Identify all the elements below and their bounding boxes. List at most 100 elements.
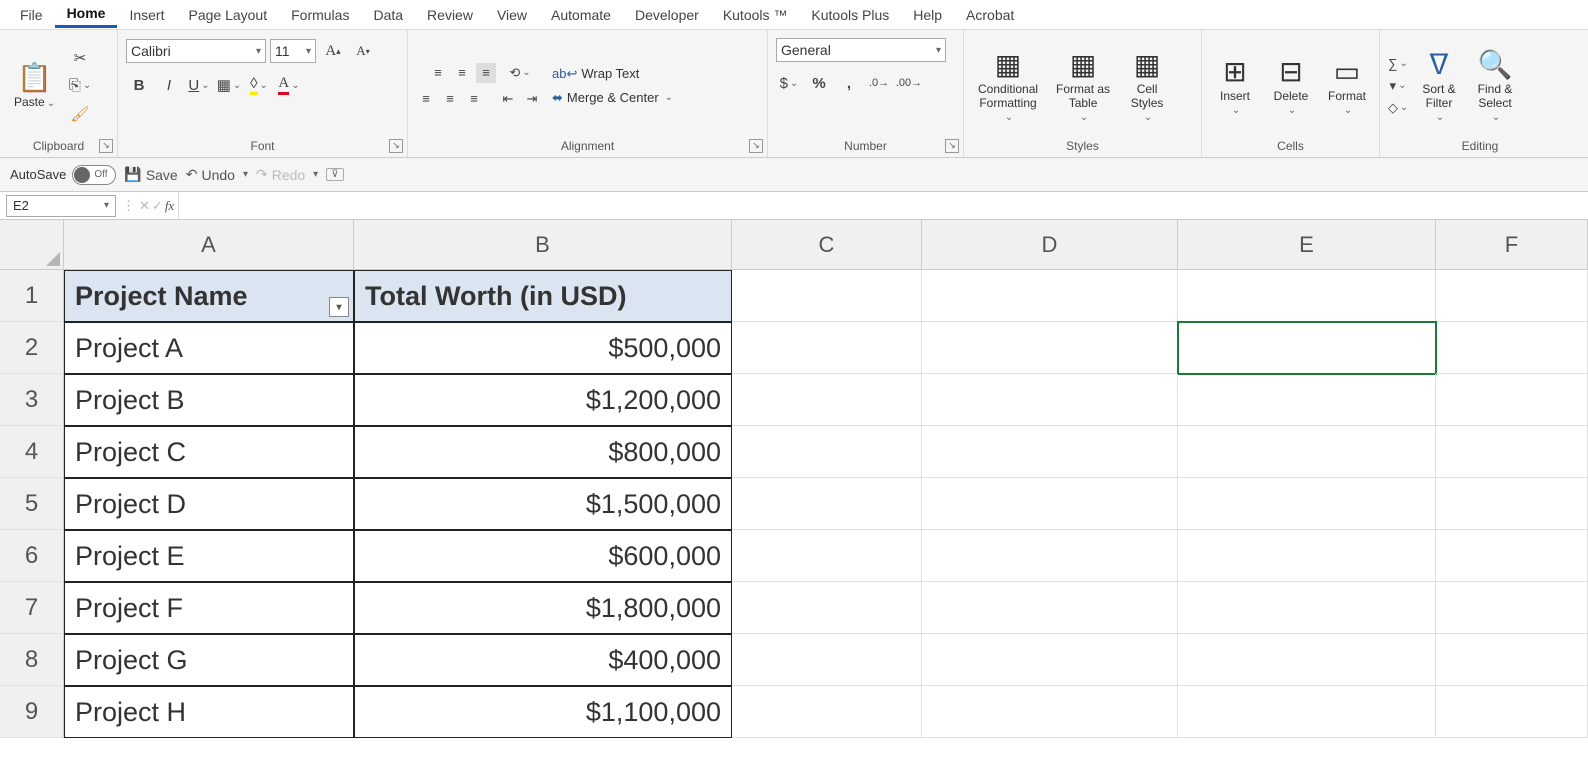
- cell-E4[interactable]: [1178, 426, 1436, 478]
- cell-C7[interactable]: [732, 582, 922, 634]
- cell-B6[interactable]: $600,000: [354, 530, 732, 582]
- row-header-1[interactable]: 1: [0, 270, 64, 322]
- format-painter-button[interactable]: 🖌: [67, 101, 93, 127]
- bold-button[interactable]: B: [126, 72, 152, 98]
- row-header-2[interactable]: 2: [0, 322, 64, 374]
- cell-F5[interactable]: [1436, 478, 1588, 530]
- underline-button[interactable]: U: [186, 72, 212, 98]
- cell-E6[interactable]: [1178, 530, 1436, 582]
- number-format-select[interactable]: General▾: [776, 38, 946, 62]
- cell-D6[interactable]: [922, 530, 1178, 582]
- cell-E2[interactable]: [1178, 322, 1436, 374]
- clipboard-dialog-launcher[interactable]: ↘: [99, 139, 113, 153]
- align-center-button[interactable]: ≡: [440, 89, 460, 109]
- fill-color-button[interactable]: ◊: [246, 72, 272, 98]
- cell-B8[interactable]: $400,000: [354, 634, 732, 686]
- tab-automate[interactable]: Automate: [539, 3, 623, 27]
- row-header-3[interactable]: 3: [0, 374, 64, 426]
- tab-developer[interactable]: Developer: [623, 3, 711, 27]
- row-header-4[interactable]: 4: [0, 426, 64, 478]
- col-header-C[interactable]: C: [732, 220, 922, 270]
- select-all-corner[interactable]: [0, 220, 64, 270]
- cell-F2[interactable]: [1436, 322, 1588, 374]
- tab-view[interactable]: View: [485, 3, 539, 27]
- cell-A2[interactable]: Project A: [64, 322, 354, 374]
- format-cells-button[interactable]: ▭Format: [1322, 53, 1372, 118]
- cell-F4[interactable]: [1436, 426, 1588, 478]
- enter-formula-icon[interactable]: ✓: [152, 198, 163, 214]
- increase-indent-button[interactable]: ⇥: [522, 89, 542, 109]
- cut-button[interactable]: ✂: [67, 45, 93, 71]
- cell-F6[interactable]: [1436, 530, 1588, 582]
- cell-B7[interactable]: $1,800,000: [354, 582, 732, 634]
- redo-button[interactable]: ↷Redo▾: [256, 166, 318, 183]
- cell-D3[interactable]: [922, 374, 1178, 426]
- borders-button[interactable]: ▦: [216, 72, 242, 98]
- merge-center-button[interactable]: ⬌ Merge & Center: [552, 90, 673, 106]
- percent-button[interactable]: %: [806, 70, 832, 96]
- cell-E9[interactable]: [1178, 686, 1436, 738]
- fx-icon[interactable]: fx: [165, 198, 174, 214]
- cell-D5[interactable]: [922, 478, 1178, 530]
- increase-font-button[interactable]: A▴: [320, 38, 346, 64]
- delete-cells-button[interactable]: ⊟Delete: [1266, 53, 1316, 118]
- decrease-font-button[interactable]: A▾: [350, 38, 376, 64]
- cell-E3[interactable]: [1178, 374, 1436, 426]
- decrease-indent-button[interactable]: ⇤: [498, 89, 518, 109]
- cell-B5[interactable]: $1,500,000: [354, 478, 732, 530]
- align-left-button[interactable]: ≡: [416, 89, 436, 109]
- fill-button[interactable]: ▾: [1388, 76, 1408, 96]
- accounting-format-button[interactable]: $: [776, 70, 802, 96]
- cell-E5[interactable]: [1178, 478, 1436, 530]
- cell-A1[interactable]: Project Name ▾: [64, 270, 354, 322]
- name-box[interactable]: E2▾: [6, 195, 116, 217]
- align-top-button[interactable]: ≡: [428, 63, 448, 83]
- row-header-7[interactable]: 7: [0, 582, 64, 634]
- align-right-button[interactable]: ≡: [464, 89, 484, 109]
- tab-kutools[interactable]: Kutools ™: [711, 3, 800, 27]
- cell-A9[interactable]: Project H: [64, 686, 354, 738]
- cell-B3[interactable]: $1,200,000: [354, 374, 732, 426]
- number-dialog-launcher[interactable]: ↘: [945, 139, 959, 153]
- tab-home[interactable]: Home: [55, 1, 118, 28]
- formula-input[interactable]: [178, 192, 1588, 219]
- cell-D1[interactable]: [922, 270, 1178, 322]
- cell-C6[interactable]: [732, 530, 922, 582]
- cell-C1[interactable]: [732, 270, 922, 322]
- cell-A5[interactable]: Project D: [64, 478, 354, 530]
- cell-C8[interactable]: [732, 634, 922, 686]
- cell-C2[interactable]: [732, 322, 922, 374]
- cell-D4[interactable]: [922, 426, 1178, 478]
- font-size-select[interactable]: 11▾: [270, 39, 316, 63]
- col-header-B[interactable]: B: [354, 220, 732, 270]
- cell-A8[interactable]: Project G: [64, 634, 354, 686]
- tab-file[interactable]: File: [8, 3, 55, 27]
- cell-E1[interactable]: [1178, 270, 1436, 322]
- row-header-6[interactable]: 6: [0, 530, 64, 582]
- cell-A3[interactable]: Project B: [64, 374, 354, 426]
- cell-C5[interactable]: [732, 478, 922, 530]
- cell-B9[interactable]: $1,100,000: [354, 686, 732, 738]
- tab-insert[interactable]: Insert: [117, 3, 176, 27]
- tab-help[interactable]: Help: [901, 3, 954, 27]
- cell-F3[interactable]: [1436, 374, 1588, 426]
- alignment-dialog-launcher[interactable]: ↘: [749, 139, 763, 153]
- cell-D2[interactable]: [922, 322, 1178, 374]
- tab-formulas[interactable]: Formulas: [279, 3, 361, 27]
- save-button[interactable]: 💾Save: [124, 166, 177, 183]
- font-color-button[interactable]: A: [276, 72, 302, 98]
- decrease-decimal-button[interactable]: .00→: [896, 70, 922, 96]
- cell-C3[interactable]: [732, 374, 922, 426]
- wrap-text-button[interactable]: ab↩ Wrap Text: [552, 66, 639, 82]
- align-middle-button[interactable]: ≡: [452, 63, 472, 83]
- autosum-button[interactable]: ∑: [1388, 54, 1408, 74]
- row-header-5[interactable]: 5: [0, 478, 64, 530]
- tab-data[interactable]: Data: [361, 3, 415, 27]
- cancel-formula-icon[interactable]: ✕: [139, 198, 150, 214]
- cell-C4[interactable]: [732, 426, 922, 478]
- orientation-button[interactable]: ⟲: [510, 63, 530, 83]
- cell-F1[interactable]: [1436, 270, 1588, 322]
- cell-B4[interactable]: $800,000: [354, 426, 732, 478]
- col-header-A[interactable]: A: [64, 220, 354, 270]
- cell-F7[interactable]: [1436, 582, 1588, 634]
